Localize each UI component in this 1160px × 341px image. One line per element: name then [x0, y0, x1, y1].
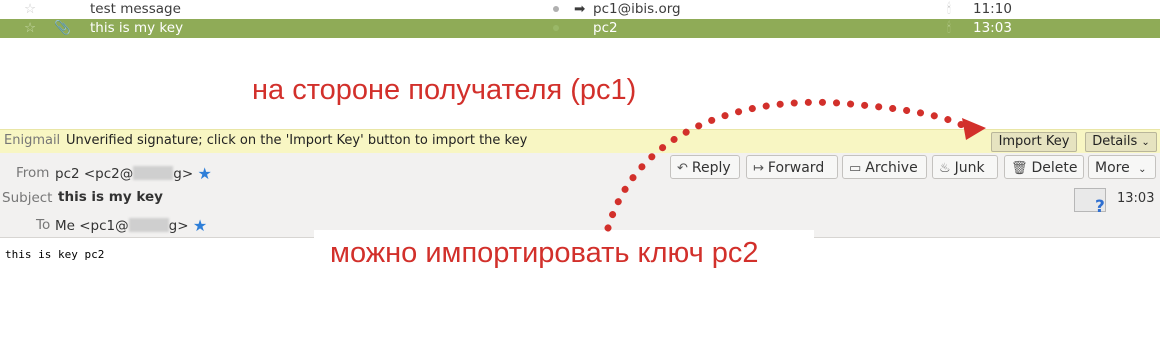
annotation-arrow	[604, 98, 986, 232]
